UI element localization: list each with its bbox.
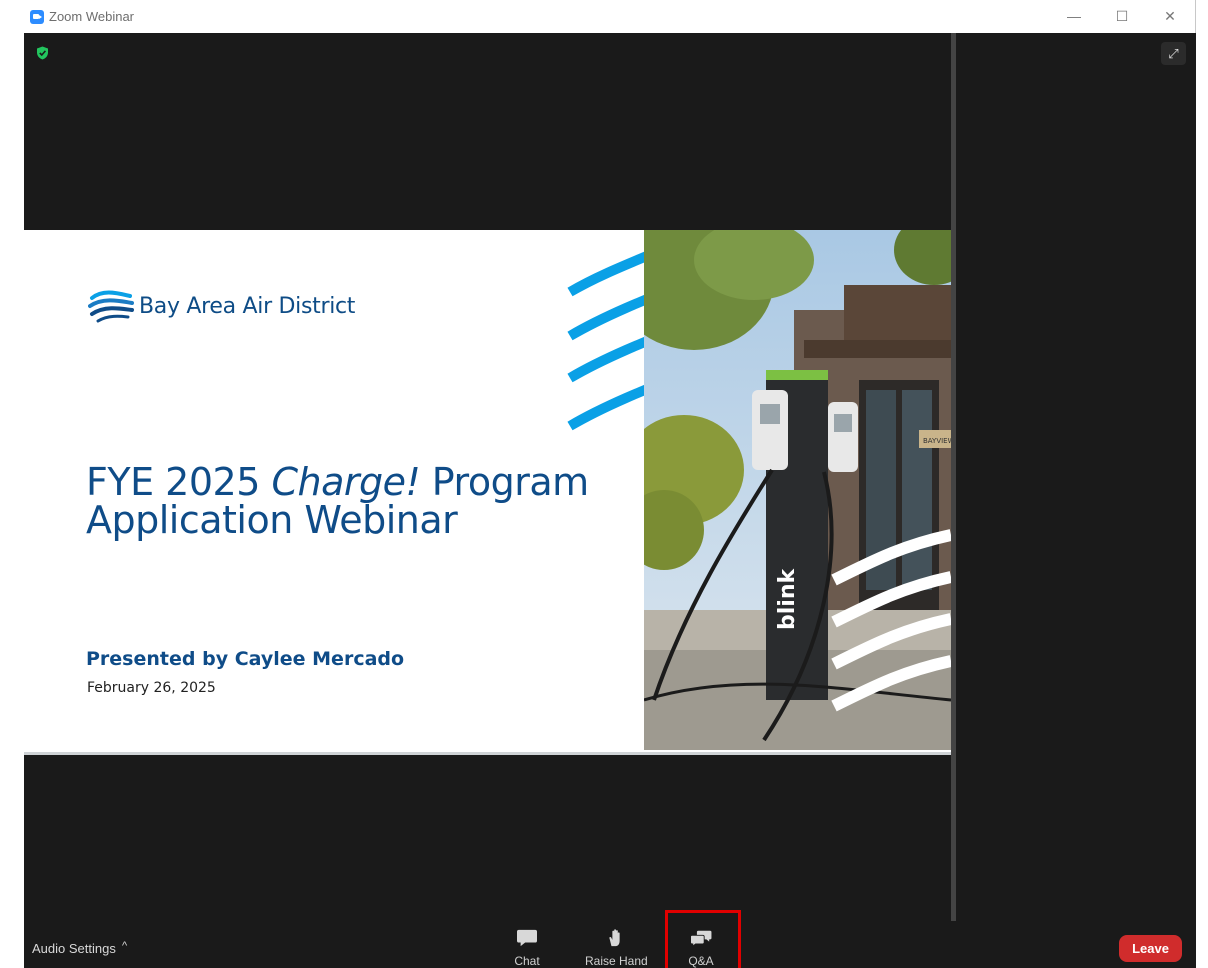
ev-charger-photo: BAYVIEW blink (644, 230, 951, 750)
charger-brand-text: blink (775, 568, 800, 630)
shield-check-icon[interactable] (36, 46, 49, 60)
expand-icon[interactable]: ⤢ (1161, 42, 1186, 65)
panel-divider[interactable] (951, 33, 956, 921)
chat-icon (517, 929, 537, 947)
window-title: Zoom Webinar (49, 9, 135, 24)
window-edge (1196, 0, 1208, 968)
logo-text: Bay Area Air District (139, 294, 356, 319)
window-titlebar: Zoom Webinar — ☐ ✕ (0, 0, 1196, 33)
air-district-logo-icon (88, 290, 134, 323)
chevron-up-icon[interactable]: ^ (122, 940, 127, 952)
shared-slide: Bay Area Air District FYE 2025 Charge! P… (24, 230, 951, 753)
photo-sign-text: BAYVIEW (923, 437, 951, 445)
presentation-date: February 26, 2025 (87, 680, 216, 696)
zoom-app-icon (30, 10, 44, 24)
audio-settings-button[interactable]: Audio Settings (32, 941, 116, 956)
chat-label: Chat (514, 954, 540, 968)
slide-title-line2: Application Webinar (86, 498, 458, 542)
slide-title: FYE 2025 Charge! Program Application Web… (86, 463, 589, 539)
raise-hand-button[interactable]: Raise Hand (585, 928, 648, 968)
maximize-button[interactable]: ☐ (1110, 6, 1134, 26)
presenter-name: Presented by Caylee Mercado (86, 648, 405, 670)
hand-icon (609, 929, 620, 947)
slide-bottom-edge (24, 752, 951, 755)
raise-hand-label: Raise Hand (585, 954, 648, 968)
close-button[interactable]: ✕ (1158, 6, 1182, 26)
leave-button[interactable]: Leave (1119, 935, 1182, 962)
qa-highlight-box (665, 910, 741, 968)
chat-button[interactable]: Chat (514, 928, 540, 968)
minimize-button[interactable]: — (1062, 6, 1086, 26)
